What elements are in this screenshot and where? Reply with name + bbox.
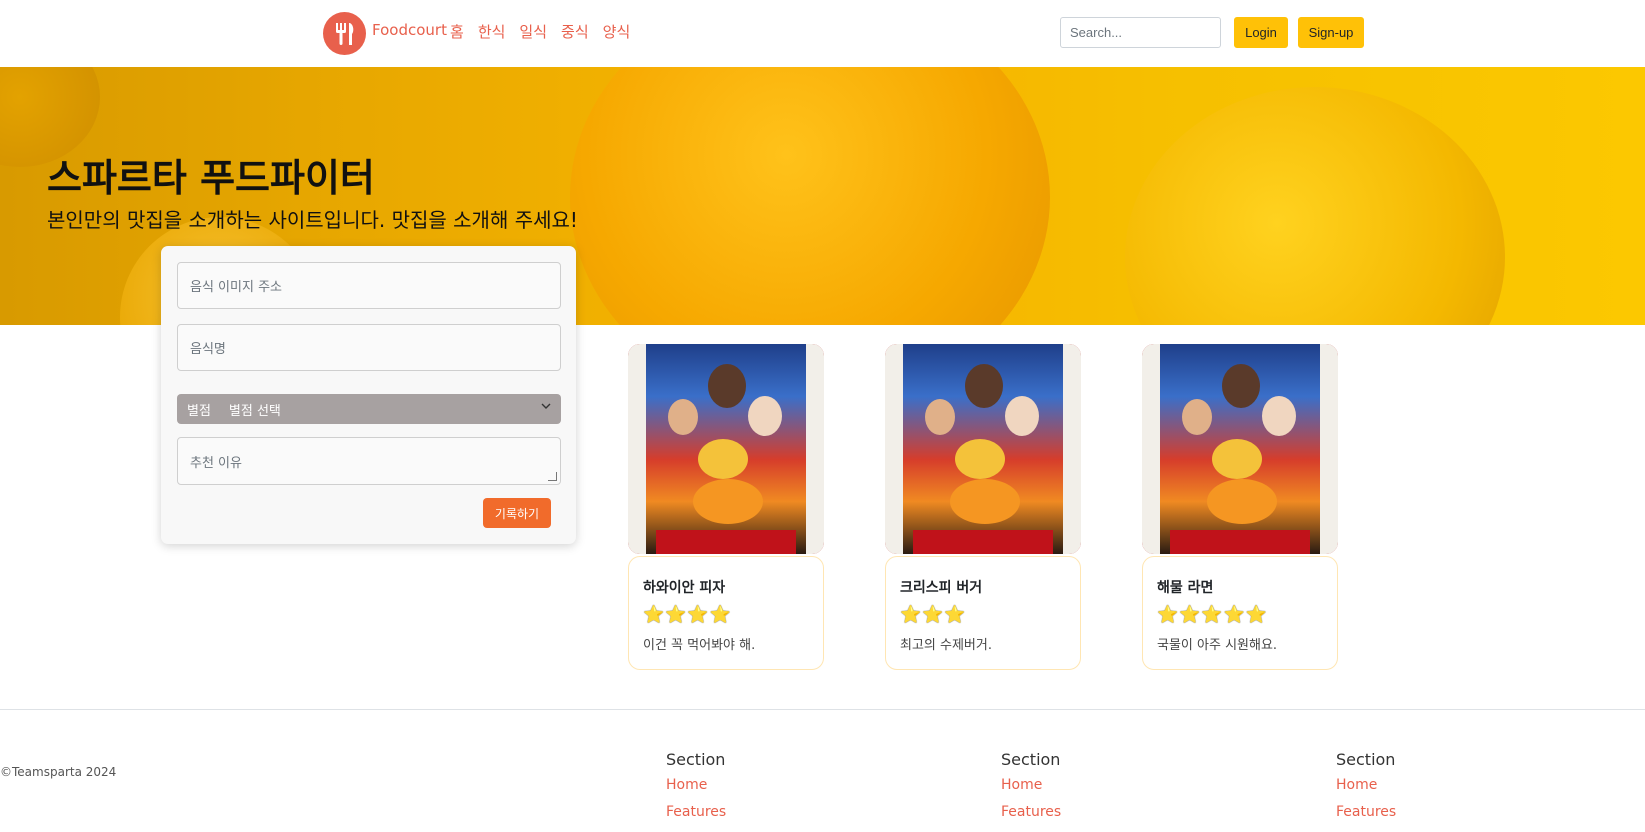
pepper-image	[570, 67, 1050, 325]
food-card[interactable]: 크리스피 버거 ⭐⭐⭐ 최고의 수제버거.	[885, 344, 1081, 670]
recommendation-form: 음식 이미지 주소 음식명 별점 별점 선택 추천 이유 기록하기	[161, 246, 576, 544]
chevron-down-icon	[541, 403, 551, 409]
footer-section: Section Home Features	[1001, 750, 1061, 831]
search-input[interactable]	[1060, 17, 1221, 48]
lemon-image	[1125, 87, 1505, 325]
nav-item-chinese[interactable]: 중식	[561, 21, 589, 42]
footer-section-heading: Section	[666, 750, 726, 769]
card-title: 해물 라면	[1157, 580, 1214, 596]
footer-link-features[interactable]: Features	[1001, 804, 1061, 820]
food-image	[1142, 344, 1338, 554]
star-rating: ⭐⭐⭐	[900, 605, 967, 625]
rating-selected-value: 별점 선택	[228, 403, 281, 419]
submit-button[interactable]: 기록하기	[483, 498, 551, 528]
card-body: 하와이안 피자 ⭐⭐⭐⭐ 이건 꼭 먹어봐야 해.	[628, 556, 824, 670]
signup-button[interactable]: Sign-up	[1298, 17, 1364, 48]
nav-item-western[interactable]: 양식	[603, 21, 631, 42]
image-url-field[interactable]: 음식 이미지 주소	[177, 262, 561, 309]
footer-link-features[interactable]: Features	[666, 804, 726, 820]
footer-section-heading: Section	[1336, 750, 1396, 769]
footer-section: Section Home Features	[666, 750, 726, 831]
resize-handle-icon[interactable]	[548, 472, 557, 481]
card-comment: 국물이 아주 시원해요.	[1157, 638, 1278, 653]
card-comment: 최고의 수제버거.	[900, 638, 992, 653]
hero-title: 스파르타 푸드파이터	[47, 156, 375, 200]
star-rating: ⭐⭐⭐⭐⭐	[1157, 605, 1268, 625]
login-button[interactable]: Login	[1234, 17, 1288, 48]
nav-item-korean[interactable]: 한식	[478, 21, 506, 42]
footer-link-home[interactable]: Home	[666, 777, 726, 793]
rating-select[interactable]: 별점 별점 선택	[177, 394, 561, 424]
card-title: 크리스피 버거	[900, 580, 983, 596]
card-title: 하와이안 피자	[643, 580, 726, 596]
brand-link[interactable]: Foodcourt	[372, 21, 447, 39]
food-card[interactable]: 하와이안 피자 ⭐⭐⭐⭐ 이건 꼭 먹어봐야 해.	[628, 344, 824, 670]
star-rating: ⭐⭐⭐⭐	[643, 605, 732, 625]
reason-textarea[interactable]: 추천 이유	[177, 437, 561, 485]
food-card[interactable]: 해물 라면 ⭐⭐⭐⭐⭐ 국물이 아주 시원해요.	[1142, 344, 1338, 670]
footer-divider	[0, 709, 1645, 710]
copyright-text: ©Teamsparta 2024	[0, 765, 117, 779]
food-image	[628, 344, 824, 554]
footer-section-heading: Section	[1001, 750, 1061, 769]
card-body: 해물 라면 ⭐⭐⭐⭐⭐ 국물이 아주 시원해요.	[1142, 556, 1338, 670]
card-comment: 이건 꼭 먹어봐야 해.	[643, 638, 756, 653]
footer-section: Section Home Features	[1336, 750, 1396, 831]
reason-placeholder: 추천 이유	[190, 456, 242, 471]
food-name-field[interactable]: 음식명	[177, 324, 561, 371]
footer-link-home[interactable]: Home	[1001, 777, 1061, 793]
hero-subtitle: 본인만의 맛집을 소개하는 사이트입니다. 맛집을 소개해 주세요!	[47, 208, 578, 232]
nav-item-japanese[interactable]: 일식	[519, 21, 547, 42]
card-body: 크리스피 버거 ⭐⭐⭐ 최고의 수제버거.	[885, 556, 1081, 670]
rating-label: 별점	[187, 403, 211, 419]
main-nav: 홈 한식 일식 중식 양식	[450, 21, 630, 42]
top-navbar: Foodcourt 홈 한식 일식 중식 양식 Login Sign-up	[0, 0, 1645, 67]
nav-item-home[interactable]: 홈	[450, 21, 464, 42]
fork-knife-logo-icon[interactable]	[323, 12, 366, 55]
food-image	[885, 344, 1081, 554]
footer-link-features[interactable]: Features	[1336, 804, 1396, 820]
footer-link-home[interactable]: Home	[1336, 777, 1396, 793]
